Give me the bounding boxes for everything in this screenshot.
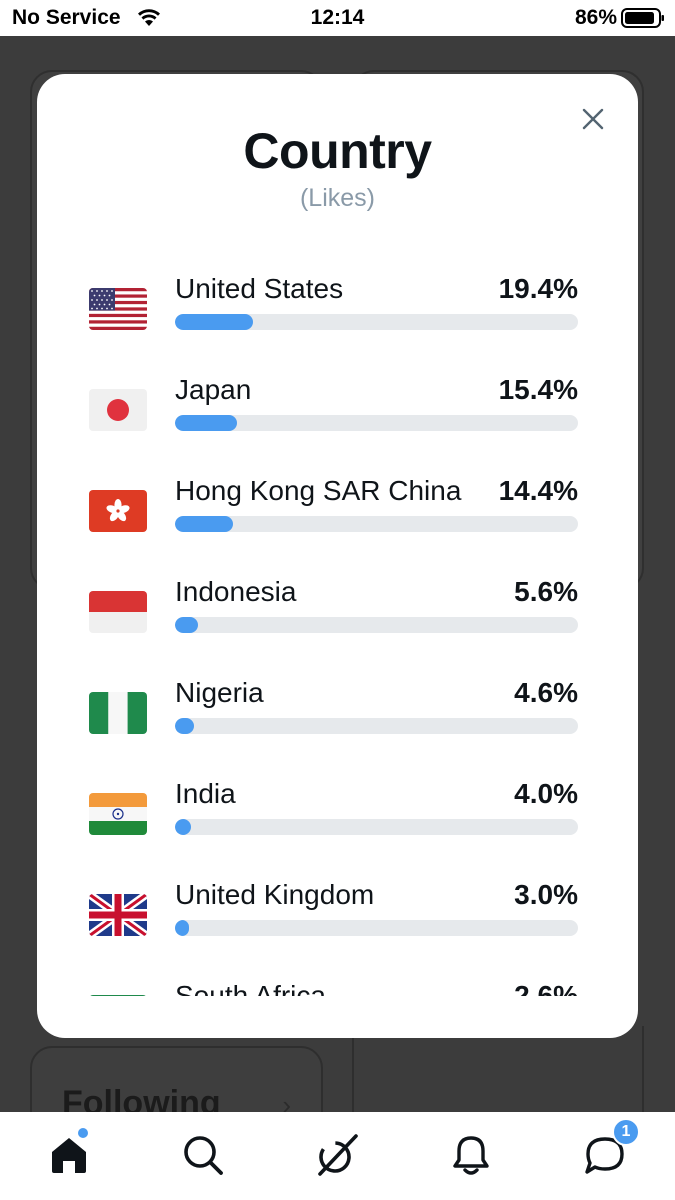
- progress-bar: [175, 415, 578, 431]
- clock: 12:14: [310, 6, 365, 29]
- progress-fill: [175, 920, 189, 936]
- progress-bar: [175, 920, 578, 936]
- country-name: India: [175, 778, 236, 809]
- status-bar: No Service 12:14 86%: [0, 0, 675, 36]
- progress-bar: [175, 819, 578, 835]
- following-card: Following ›: [30, 1046, 323, 1112]
- country-percent: 19.4%: [498, 273, 578, 304]
- grok-icon: [318, 1134, 358, 1176]
- hong-kong-flag-icon: [89, 490, 147, 532]
- notifications-tab[interactable]: [448, 1132, 494, 1178]
- search-icon: [184, 1136, 223, 1175]
- home-tab[interactable]: [46, 1128, 92, 1178]
- india-flag-icon: [89, 793, 147, 835]
- search-tab[interactable]: [180, 1132, 226, 1178]
- country-percent: 3.0%: [514, 879, 578, 910]
- home-icon: [52, 1138, 86, 1173]
- uk-flag-icon: [89, 894, 147, 936]
- progress-fill: [175, 314, 254, 330]
- country-row: Nigeria 4.6%: [37, 674, 638, 775]
- country-name: South Africa: [175, 980, 326, 996]
- country-name: Japan: [175, 374, 252, 405]
- country-name: Nigeria: [175, 677, 264, 708]
- progress-fill: [175, 718, 194, 734]
- progress-fill: [175, 819, 192, 835]
- country-percent: 4.0%: [514, 778, 578, 809]
- notifications-icon: [453, 1136, 489, 1175]
- country-name: United Kingdom: [175, 879, 375, 910]
- us-flag-icon: [89, 288, 147, 330]
- battery-percent: 86%: [574, 6, 617, 29]
- country-row: Hong Kong SAR China 14.4%: [37, 472, 638, 573]
- progress-fill: [175, 415, 238, 431]
- country-row: Japan 15.4%: [37, 371, 638, 472]
- progress-fill: [175, 617, 198, 633]
- country-name: United States: [175, 273, 344, 304]
- indonesia-flag-icon: [89, 591, 147, 633]
- country-modal: Country (Likes) United States 19.4% Japa…: [37, 74, 638, 1038]
- country-row: United Kingdom 3.0%: [37, 876, 638, 977]
- progress-fill: [175, 516, 234, 532]
- south-africa-flag-icon: [89, 995, 147, 996]
- following-label: Following: [62, 1084, 221, 1112]
- country-percent: 14.4%: [498, 475, 578, 506]
- country-row: Indonesia 5.6%: [37, 573, 638, 674]
- home-unread-dot: [78, 1128, 88, 1138]
- chevron-right-icon: ›: [282, 1090, 291, 1112]
- country-percent: 5.6%: [514, 576, 578, 607]
- progress-bar: [175, 516, 578, 532]
- progress-bar: [175, 314, 578, 330]
- grok-tab[interactable]: [314, 1132, 360, 1178]
- messages-badge: 1: [612, 1118, 640, 1146]
- country-row: India 4.0%: [37, 775, 638, 876]
- country-list[interactable]: United States 19.4% Japan 15.4% Hong Kon…: [37, 270, 638, 996]
- country-row: South Africa 2.6%: [37, 977, 638, 996]
- country-name: Hong Kong SAR China: [175, 475, 462, 506]
- modal-subtitle: (Likes): [299, 184, 375, 212]
- nigeria-flag-icon: [89, 692, 147, 734]
- country-percent: 15.4%: [498, 374, 578, 405]
- country-row: United States 19.4%: [37, 270, 638, 371]
- country-percent: 4.6%: [514, 677, 578, 708]
- modal-title: Country: [243, 123, 432, 179]
- country-name: Indonesia: [175, 576, 297, 607]
- japan-flag-icon: [89, 389, 147, 431]
- progress-bar: [175, 718, 578, 734]
- country-percent: 2.6%: [514, 980, 578, 996]
- background-card: [352, 1026, 644, 1112]
- progress-bar: [175, 617, 578, 633]
- bottom-tab-bar: 1: [0, 1112, 675, 1200]
- battery-icon: [621, 8, 664, 28]
- messages-tab[interactable]: 1: [582, 1118, 640, 1178]
